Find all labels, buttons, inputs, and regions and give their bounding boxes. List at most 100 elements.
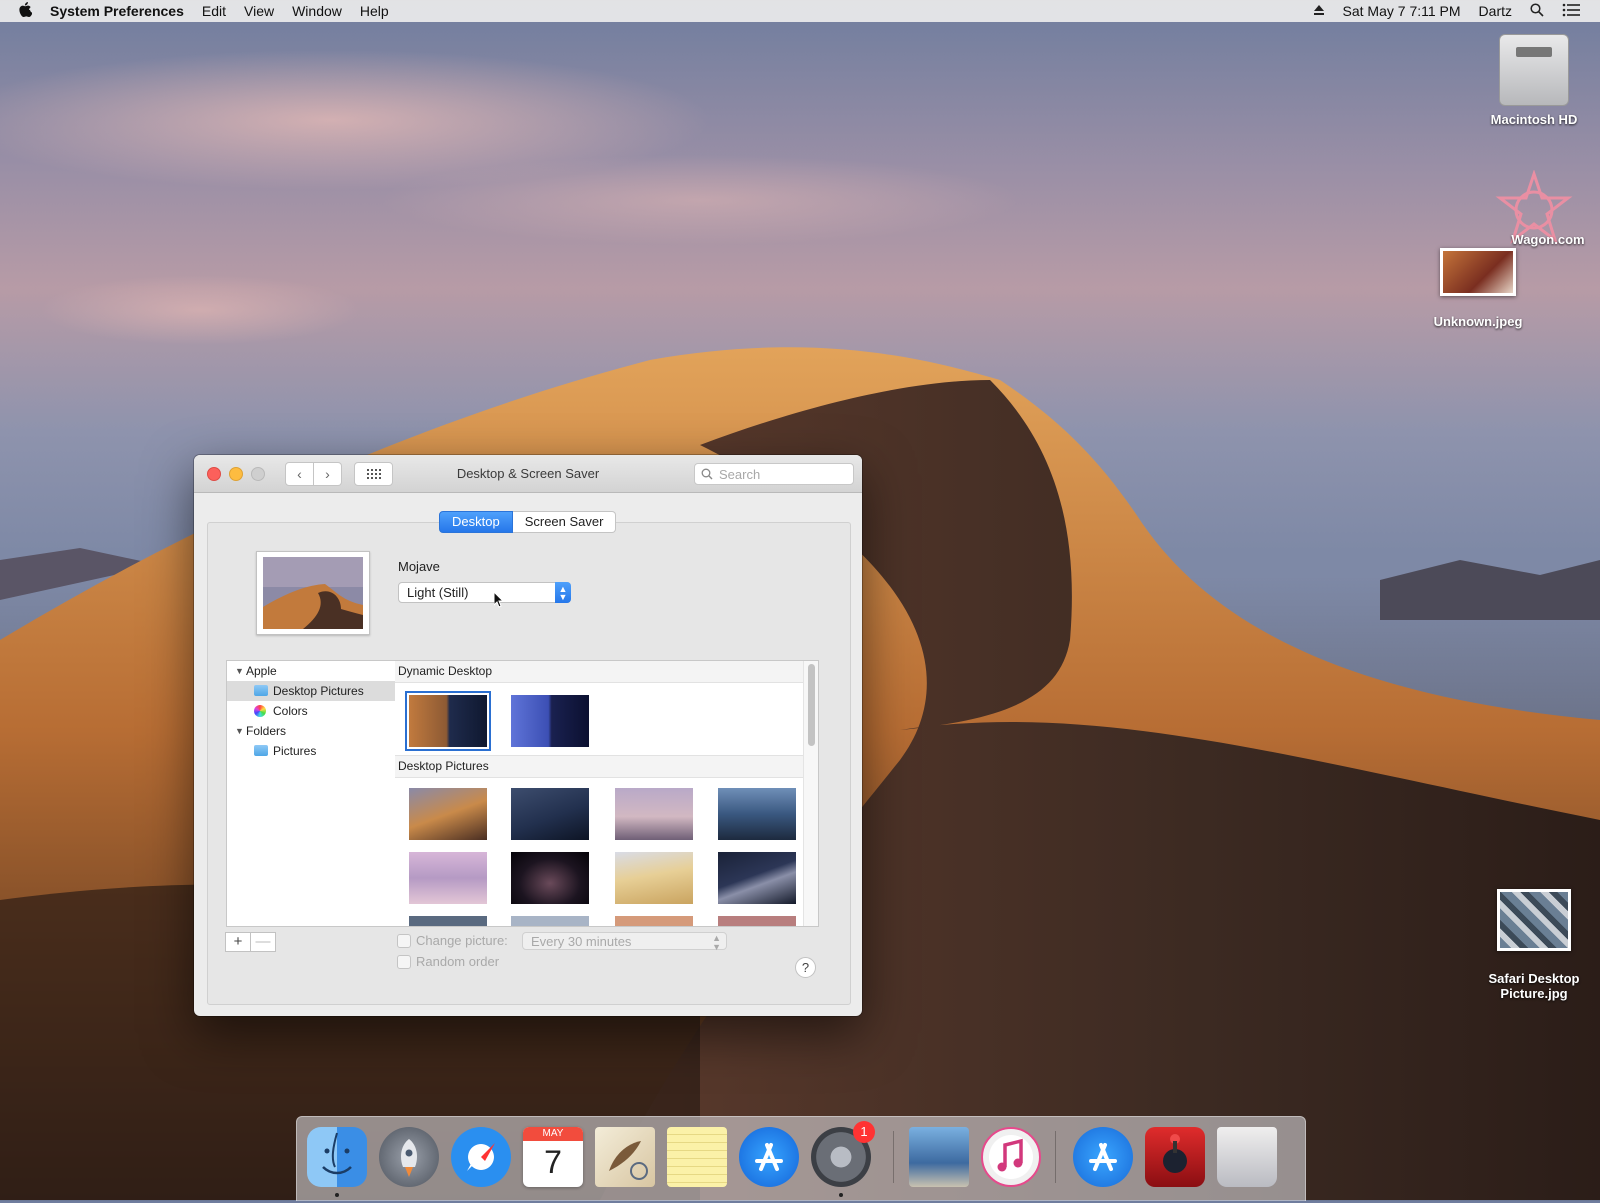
zoom-window-button[interactable] — [251, 466, 265, 481]
dock-separator — [893, 1131, 894, 1183]
disclosure-triangle-icon[interactable]: ▼ — [235, 661, 244, 681]
wallpaper-tile[interactable] — [409, 788, 487, 840]
minimize-window-button[interactable] — [229, 466, 243, 481]
app-store-icon[interactable] — [739, 1127, 799, 1187]
desktop-icon-wagon[interactable]: Wagon.com — [1479, 170, 1589, 247]
desktop-icon-label-line2: Picture.jpg — [1500, 986, 1568, 1001]
desktop-icon-label: Unknown.jpeg — [1433, 314, 1523, 329]
random-order-checkbox[interactable] — [397, 954, 411, 969]
image-thumbnail-icon — [1497, 889, 1571, 951]
apple-menu-icon[interactable] — [18, 2, 33, 20]
tab-screen-saver[interactable]: Screen Saver — [512, 511, 617, 533]
random-order-label: Random order — [416, 954, 500, 969]
desktop-icon-safari-picture[interactable]: Safari Desktop Picture.jpg — [1479, 889, 1589, 1001]
sidebar-item-label: Colors — [273, 704, 308, 718]
notification-center-icon[interactable] — [1562, 3, 1580, 20]
sidebar-item-label: Desktop Pictures — [273, 684, 364, 698]
wallpaper-tile[interactable] — [615, 852, 693, 904]
wallpaper-tile[interactable] — [718, 916, 796, 926]
wallpaper-tile[interactable] — [718, 852, 796, 904]
eject-icon[interactable] — [1313, 3, 1325, 19]
sidebar-item-pictures[interactable]: Pictures — [227, 741, 396, 761]
disclosure-triangle-icon[interactable]: ▼ — [235, 721, 244, 741]
appearance-popup[interactable]: Light (Still) ▲ ▼ — [398, 582, 571, 603]
search-field[interactable] — [694, 463, 854, 485]
sidebar-item-label: Pictures — [273, 744, 317, 758]
sidebar-group-label: Apple — [246, 664, 277, 678]
wallpaper-tile[interactable] — [511, 916, 589, 926]
menu-edit[interactable]: Edit — [202, 3, 226, 19]
menubar-clock[interactable]: Sat May 7 7:11 PM — [1343, 3, 1461, 19]
random-order-checkbox-row[interactable]: Random order — [397, 954, 499, 969]
notes-icon[interactable] — [667, 1127, 727, 1187]
launchpad-rocket-icon[interactable] — [379, 1127, 439, 1187]
wallpaper-tile[interactable] — [615, 788, 693, 840]
color-wheel-icon — [254, 705, 266, 717]
popup-arrows-icon: ▲ ▼ — [555, 582, 571, 603]
sidebar-group-label: Folders — [246, 724, 287, 738]
notification-badge: 1 — [853, 1121, 875, 1143]
app-store-downloads-icon[interactable] — [1073, 1127, 1133, 1187]
wallpaper-name: Mojave — [398, 559, 440, 574]
change-picture-checkbox[interactable] — [397, 933, 411, 948]
sidebar-group-apple[interactable]: ▼ Apple — [227, 661, 396, 681]
calendar-day: 7 — [544, 1144, 562, 1180]
section-header-desktop-pictures: Desktop Pictures — [395, 755, 807, 778]
chevron-left-icon: ‹ — [297, 465, 302, 482]
help-button[interactable]: ? — [795, 957, 816, 978]
calendar-icon[interactable]: MAY 7 — [523, 1127, 583, 1187]
change-picture-checkbox-row[interactable]: Change picture: — [397, 933, 508, 948]
menubar-user[interactable]: Dartz — [1479, 3, 1512, 19]
add-folder-button[interactable]: + — [225, 932, 251, 952]
desktop-icon-macintosh-hd[interactable]: Macintosh HD — [1479, 34, 1589, 127]
close-window-button[interactable] — [207, 466, 221, 481]
menu-help[interactable]: Help — [360, 3, 389, 19]
desktop-icon-unknown-jpeg[interactable]: Unknown.jpeg — [1423, 248, 1533, 329]
running-indicator — [839, 1193, 843, 1197]
sidebar-group-folders[interactable]: ▼ Folders — [227, 721, 396, 741]
desktop-icon-label: Macintosh HD — [1490, 112, 1578, 127]
preview-photos-icon[interactable] — [909, 1127, 969, 1187]
sidebar-item-colors[interactable]: Colors — [227, 701, 396, 721]
safari-compass-icon[interactable] — [451, 1127, 511, 1187]
app-name-menu[interactable]: System Preferences — [50, 3, 184, 19]
calendar-month: MAY — [523, 1127, 583, 1141]
wallpaper-tile[interactable] — [409, 916, 487, 926]
wallpaper-tile[interactable] — [718, 788, 796, 840]
spotlight-search-icon[interactable] — [1530, 2, 1544, 20]
desktop-icon-label-line1: Safari Desktop — [1488, 971, 1580, 986]
wallpaper-tile-mojave-dynamic[interactable] — [405, 691, 491, 751]
remove-folder-button[interactable]: — — [251, 932, 276, 952]
window-titlebar[interactable]: ‹ › Desktop & Screen Saver — [194, 455, 862, 493]
wallpaper-tile[interactable] — [511, 788, 589, 840]
menu-view[interactable]: View — [244, 3, 274, 19]
mail-stamp-icon[interactable] — [595, 1127, 655, 1187]
forward-button[interactable]: › — [314, 461, 342, 486]
wallpaper-grid: Dynamic Desktop Desktop Pictures — [395, 660, 819, 927]
search-input[interactable] — [717, 465, 841, 483]
joystick-app-icon[interactable] — [1145, 1127, 1205, 1187]
trash-icon[interactable] — [1217, 1127, 1277, 1187]
wallpaper-tile-solar-gradients[interactable] — [511, 695, 589, 747]
change-interval-value: Every 30 minutes — [531, 934, 632, 949]
section-header-dynamic: Dynamic Desktop — [395, 661, 818, 683]
finder-icon[interactable] — [307, 1127, 367, 1187]
show-all-button[interactable] — [354, 461, 393, 486]
change-interval-popup[interactable]: Every 30 minutes ▲ ▼ — [522, 932, 727, 952]
scrollbar-thumb[interactable] — [808, 664, 815, 746]
image-thumbnail-icon — [1440, 248, 1516, 296]
sidebar-item-desktop-pictures[interactable]: Desktop Pictures — [227, 681, 396, 701]
tab-desktop[interactable]: Desktop — [439, 511, 513, 533]
itunes-music-note-icon[interactable] — [981, 1127, 1041, 1187]
pane-tabs: Desktop Screen Saver — [439, 511, 617, 533]
wallpaper-tile[interactable] — [409, 852, 487, 904]
wallpaper-tile[interactable] — [511, 852, 589, 904]
mojave-thumbnail — [263, 557, 363, 629]
hard-drive-icon — [1499, 34, 1569, 106]
grid-icon — [366, 468, 381, 479]
wallpaper-tile[interactable] — [615, 916, 693, 926]
vertical-scrollbar[interactable] — [803, 661, 818, 926]
menu-window[interactable]: Window — [292, 3, 342, 19]
back-button[interactable]: ‹ — [285, 461, 314, 486]
appearance-popup-value: Light (Still) — [407, 585, 469, 600]
